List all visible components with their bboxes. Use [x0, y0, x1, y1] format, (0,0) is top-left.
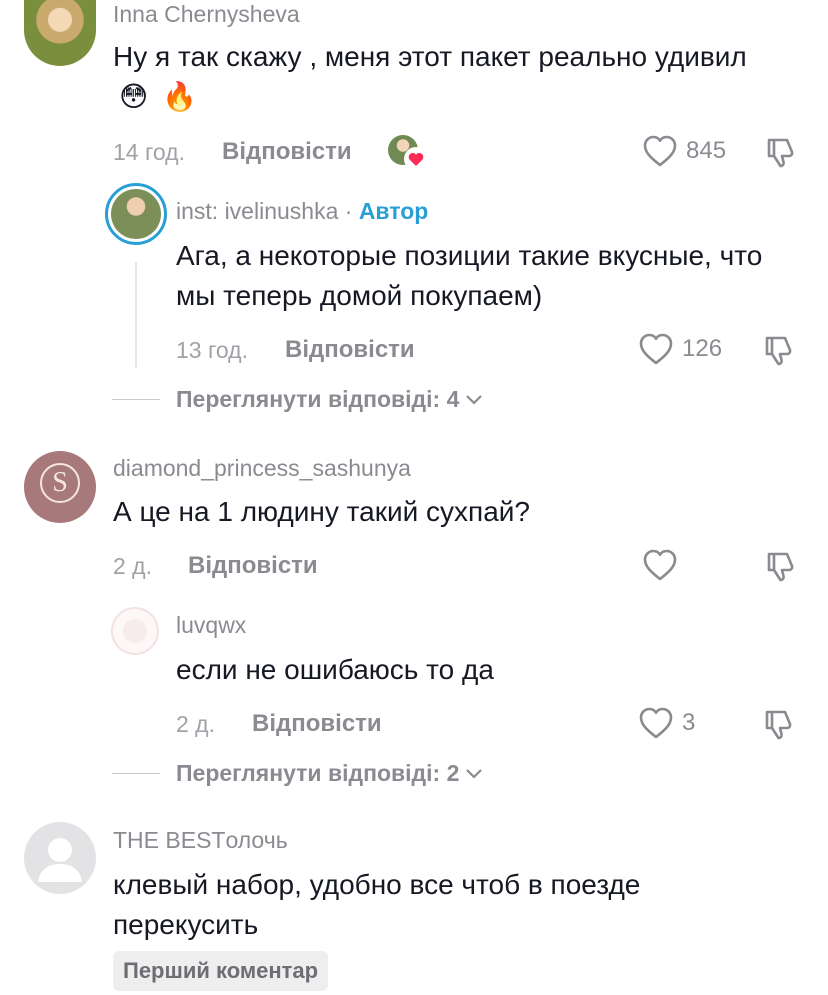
reply-button[interactable]: Відповісти — [222, 138, 352, 166]
avatar-inna[interactable] — [24, 0, 96, 66]
reply-button[interactable]: Відповісти — [285, 336, 415, 364]
like-count: 3 — [682, 709, 696, 736]
comment-text: А це на 1 людину такий сухпай? — [113, 496, 530, 527]
divider — [112, 773, 160, 774]
chevron-down-icon — [466, 768, 483, 779]
flushed-face-emoji-icon: 😳 — [119, 81, 149, 112]
dislike-icon[interactable] — [760, 706, 796, 742]
like-button[interactable]: 3 — [638, 706, 695, 740]
avatar-diamond-princess[interactable]: S — [24, 451, 96, 523]
like-count: 845 — [686, 137, 727, 164]
reply-time: 2 д. — [176, 711, 215, 737]
comment-username[interactable]: diamond_princess_sashunya — [113, 455, 411, 482]
like-button[interactable]: 126 — [638, 332, 722, 366]
reply-username-row: inst: ivelinushka · Автор — [176, 198, 429, 224]
view-replies-label: Переглянути відповіді: 4 — [176, 386, 460, 412]
like-button[interactable]: 845 — [642, 134, 726, 168]
default-user-icon — [38, 838, 82, 882]
view-replies-button[interactable]: Переглянути відповіді: 4 — [112, 386, 483, 413]
chevron-down-icon — [466, 394, 483, 405]
dislike-icon[interactable] — [762, 548, 798, 584]
heart-icon — [639, 333, 673, 365]
creator-liked-indicator — [388, 135, 428, 171]
heart-icon — [639, 707, 673, 739]
comment-text: клевый набор, удобно все чтоб в поезде п… — [113, 869, 641, 940]
like-button[interactable] — [642, 548, 678, 582]
comment-time: 14 год. — [113, 139, 185, 165]
heart-badge-icon — [404, 147, 428, 171]
fire-emoji-icon: 🔥 — [161, 81, 197, 112]
avatar-author[interactable] — [105, 183, 167, 245]
divider — [112, 399, 160, 400]
avatar-luvqwx[interactable] — [111, 607, 159, 655]
comment-time: 2 д. — [113, 553, 152, 579]
reply-time: 13 год. — [176, 337, 248, 363]
reply-username[interactable]: inst: ivelinushka — [176, 198, 338, 224]
dislike-icon[interactable] — [762, 134, 798, 170]
heart-icon — [643, 135, 677, 167]
comment-username[interactable]: Inna Chernysheva — [113, 1, 300, 28]
view-replies-button[interactable]: Переглянути відповіді: 2 — [112, 760, 483, 787]
heart-icon — [643, 549, 677, 581]
avatar-default[interactable] — [24, 822, 96, 894]
reply-username[interactable]: luvqwx — [176, 612, 246, 639]
author-badge: Автор — [358, 198, 429, 224]
comment-username[interactable]: THE BESTолочь — [113, 827, 288, 854]
thread-line — [135, 262, 137, 368]
dislike-icon[interactable] — [760, 332, 796, 368]
reply-button[interactable]: Відповісти — [188, 552, 318, 580]
comment-text: Ну я так скажу , меня этот пакет реально… — [113, 41, 747, 112]
first-comment-badge: Перший коментар — [113, 951, 329, 991]
view-replies-label: Переглянути відповіді: 2 — [176, 760, 460, 786]
reply-text: если не ошибаюсь то да — [176, 654, 494, 685]
like-count: 126 — [682, 335, 723, 362]
reply-button[interactable]: Відповісти — [252, 710, 382, 738]
reply-text: Ага, а некоторые позиции такие вкусные, … — [176, 240, 763, 311]
avatar-letter: S — [52, 467, 68, 498]
